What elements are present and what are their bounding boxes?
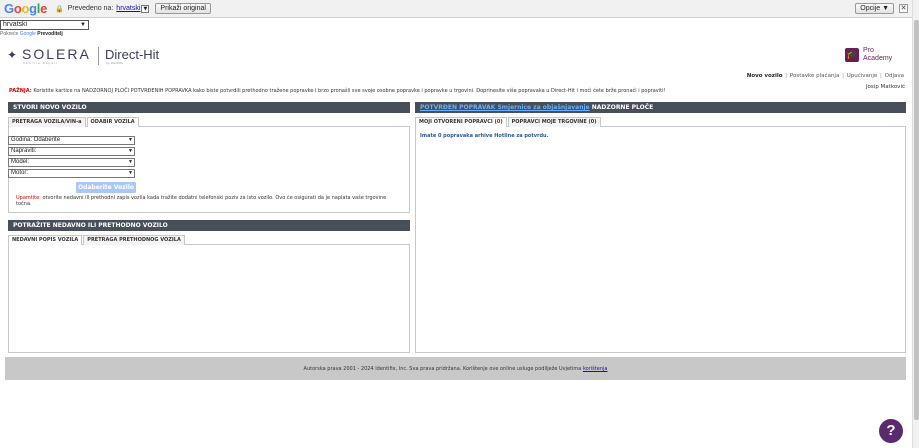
tab-recent-list[interactable]: NEDAVNI POPIS VOZILA <box>8 235 83 245</box>
copyright-text: Autorska prava 2001 - 2024 Identifix, In… <box>5 366 906 372</box>
nav-upucivanje[interactable]: Upućivanje <box>847 73 878 79</box>
notice-text: Koristite kartice na NADZORNOJ PLOČI POT… <box>33 88 666 94</box>
chevron-down-icon[interactable]: ▼ <box>141 4 150 13</box>
confirmed-repair-guidelines-link[interactable]: POTVRĐEN POPRAVAK Smjernice za objašnjav… <box>420 104 590 111</box>
chevron-down-icon: ▼ <box>128 137 133 143</box>
translate-bar: Google 🔒 Prevedeno na: hrvatski ▼ Prikaž… <box>0 0 912 18</box>
dashboard-tabs: MOJI OTVORENI POPRAVCI (0) POPRAVCI MOJE… <box>415 117 906 127</box>
make-select-value: Napraviti: <box>11 148 37 154</box>
tab-vin-search[interactable]: PRETRAGA VOZILA/VIN-a <box>8 117 86 127</box>
chevron-down-icon: ▼ <box>128 148 133 154</box>
recent-vehicle-header: POTRAŽITE NEDAVNO ILI PRETHODNO VOZILO <box>8 220 410 231</box>
translated-to-label: Prevedeno na: <box>67 5 114 12</box>
tab-vehicle-select[interactable]: ODABIR VOZILA <box>86 117 139 127</box>
app-header: ✦ SOLERA Vehicle Repair Direct-Hit by Id… <box>7 45 907 67</box>
powered-by: Pokreće Google Prevoditelj <box>0 31 63 37</box>
model-select-value: Model: <box>11 159 30 165</box>
select-vehicle-button[interactable]: Odaberite Vozilo <box>76 182 136 193</box>
close-icon[interactable]: ✕ <box>899 4 908 13</box>
pro-line2: Academy <box>863 55 893 62</box>
powered-prefix: Pokreće <box>0 31 19 37</box>
solera-logo-icon: ✦ <box>7 48 18 62</box>
header-divider <box>98 47 99 65</box>
tab-my-open-repairs-label: MOJI OTVORENI POPRAVCI ( <box>419 119 497 125</box>
engine-select[interactable]: Motor: ▼ <box>8 169 135 178</box>
remember-note: Upamtite: otvorite nedavni ili prethodni… <box>16 195 396 207</box>
nav-odjava[interactable]: Odjava <box>885 73 904 79</box>
graduation-cap-icon[interactable]: 🎓 <box>845 48 859 62</box>
pro-academy-link[interactable]: Pro Academy <box>863 47 892 63</box>
product-logo: Direct-Hit <box>105 47 160 62</box>
pro-line1: Pro <box>863 47 874 54</box>
page-footer: Autorska prava 2001 - 2024 Identifix, In… <box>5 357 906 380</box>
language-select[interactable]: hrvatski ▼ <box>0 20 89 30</box>
user-name: Josip Matković <box>865 84 905 90</box>
copyright-body: Autorska prava 2001 - 2024 Identifix, In… <box>303 366 582 372</box>
language-select-value: hrvatski <box>3 21 28 28</box>
tab-my-open-repairs[interactable]: MOJI OTVORENI POPRAVCI (0) <box>415 117 507 127</box>
chevron-down-icon: ▼ <box>80 22 86 28</box>
dashboard-box <box>415 127 906 353</box>
nav-postavke-placanja[interactable]: Postavke plaćanja <box>790 73 839 79</box>
top-navigation: Novo vozilo | Postavke plaćanja | Upućiv… <box>746 73 904 79</box>
create-vehicle-tabs: PRETRAGA VOZILA/VIN-a ODABIR VOZILA <box>8 117 410 127</box>
year-select[interactable]: Godina: Odaberite ▼ <box>8 136 135 145</box>
chevron-down-icon: ▼ <box>128 159 133 165</box>
create-vehicle-header: STVORI NOVO VOZILO <box>8 102 410 113</box>
remember-text: otvorite nedavni ili prethodni zapis voz… <box>16 195 387 207</box>
powered-suffix: Prevoditelj <box>37 31 63 37</box>
confirmed-repair-header: POTVRĐEN POPRAVAK Smjernice za objašnjav… <box>415 102 906 113</box>
hotline-message: Imate 0 popravaka arhive Hotline za potv… <box>420 133 549 139</box>
nav-novo-vozilo[interactable]: Novo vozilo <box>747 73 783 79</box>
tab-shop-repairs[interactable]: POPRAVCI MOJE TRGOVINE (0) <box>507 117 601 127</box>
solera-logo: SOLERA <box>22 46 91 62</box>
powered-brand: Google <box>19 31 36 37</box>
chevron-down-icon: ▼ <box>128 170 133 176</box>
engine-select-value: Motor: <box>11 170 29 176</box>
show-original-button[interactable]: Prikaži original <box>155 3 211 14</box>
solera-subtitle: Vehicle Repair <box>23 61 59 65</box>
terms-of-use-link[interactable]: korištenja <box>583 366 608 372</box>
year-select-value: Godina: Odaberite <box>11 137 61 143</box>
recent-vehicle-box <box>8 245 410 353</box>
tab-previous-search[interactable]: PRETRAGA PRETHODNOG VOZILA <box>83 235 185 245</box>
model-select[interactable]: Model: ▼ <box>8 158 135 167</box>
notice-label: PAŽNJA: <box>9 88 32 94</box>
translated-language-link[interactable]: hrvatski <box>116 5 140 12</box>
make-select[interactable]: Napraviti: ▼ <box>8 147 135 156</box>
lock-icon: 🔒 <box>55 4 64 13</box>
dashboard-title: NADZORNE PLOČE <box>591 104 654 111</box>
attention-notice: PAŽNJA: Koristite kartice na NADZORNOJ P… <box>9 88 665 94</box>
page-scrollbar[interactable] <box>912 0 919 448</box>
options-button[interactable]: Opcije ▼ <box>855 3 894 14</box>
scrollbar-thumb[interactable] <box>914 20 919 420</box>
tab-my-open-repairs-close: ) <box>500 119 503 125</box>
recent-vehicle-tabs: NEDAVNI POPIS VOZILA PRETRAGA PRETHODNOG… <box>8 235 410 245</box>
help-button[interactable]: ? <box>879 419 903 443</box>
google-logo: Google <box>4 1 48 16</box>
product-subtitle: by Identifix <box>106 61 123 65</box>
